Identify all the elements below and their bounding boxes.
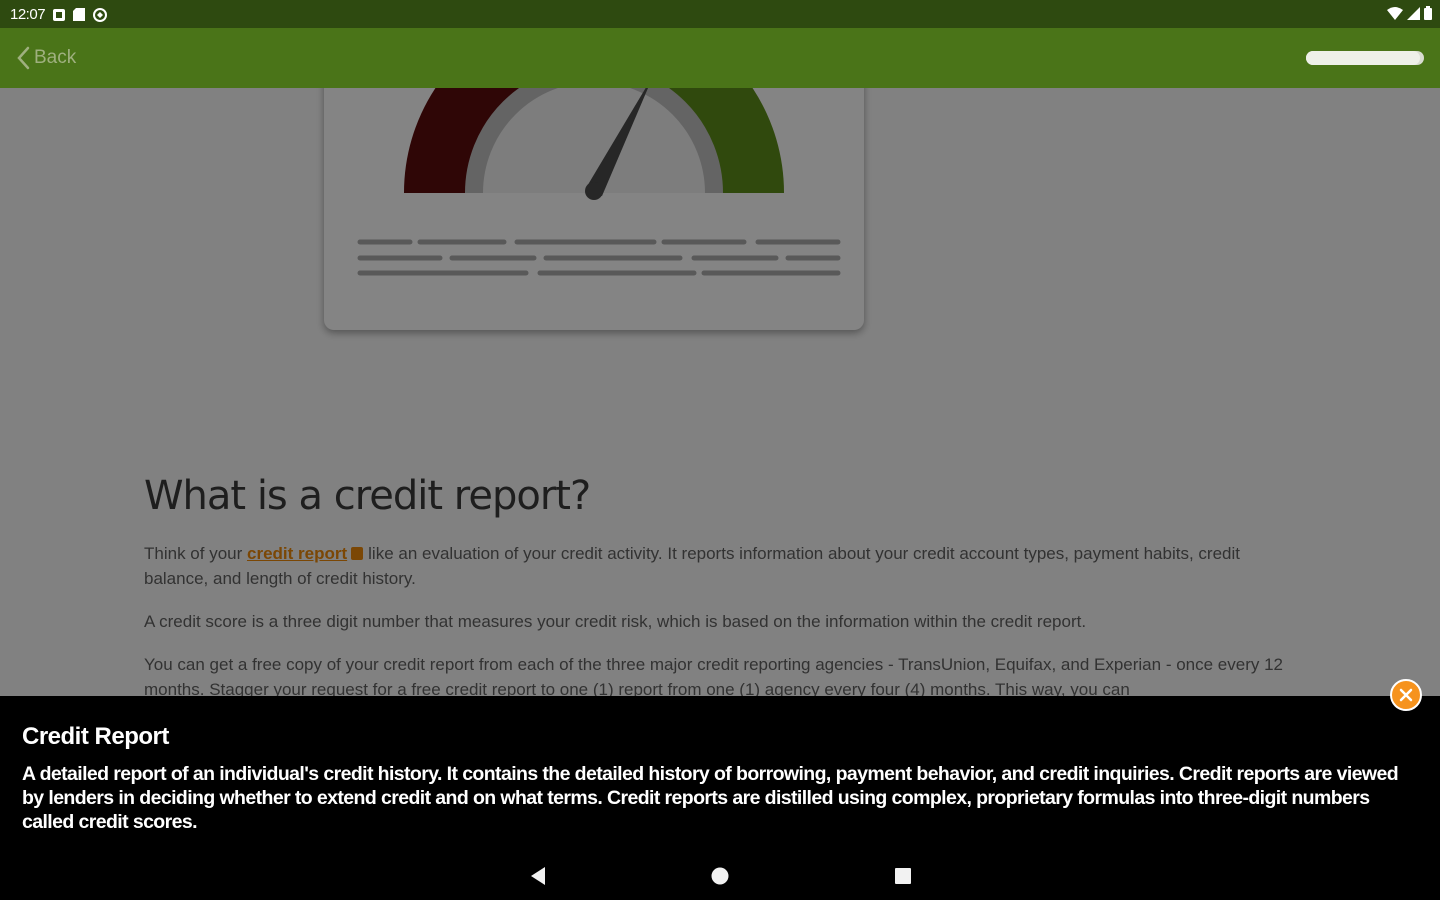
chevron-left-icon	[17, 46, 30, 70]
status-bar: 12:07	[0, 0, 1440, 28]
back-label: Back	[34, 47, 77, 68]
back-nav-icon[interactable]	[524, 862, 552, 890]
home-nav-icon[interactable]	[706, 862, 734, 890]
status-time: 12:07	[10, 5, 46, 23]
sync-icon	[93, 8, 108, 22]
signal-icon	[1407, 6, 1420, 24]
lesson-progress-bar	[1306, 51, 1424, 65]
wifi-icon	[1387, 6, 1403, 24]
progress-fill	[1306, 51, 1421, 65]
recents-nav-icon[interactable]	[889, 862, 917, 890]
back-button[interactable]: Back	[0, 46, 76, 70]
popup-definition: A detailed report of an individual's cre…	[22, 763, 1399, 833]
close-icon	[1399, 688, 1413, 702]
notification-icon	[53, 8, 66, 21]
battery-icon	[1424, 6, 1432, 24]
system-nav-bar	[0, 850, 1440, 900]
popup-title: Credit Report	[22, 723, 169, 750]
close-popup-button[interactable]	[1390, 679, 1422, 711]
app-bar: Back	[0, 28, 1440, 88]
dim-overlay[interactable]	[0, 88, 1440, 696]
sd-card-icon	[73, 8, 86, 21]
